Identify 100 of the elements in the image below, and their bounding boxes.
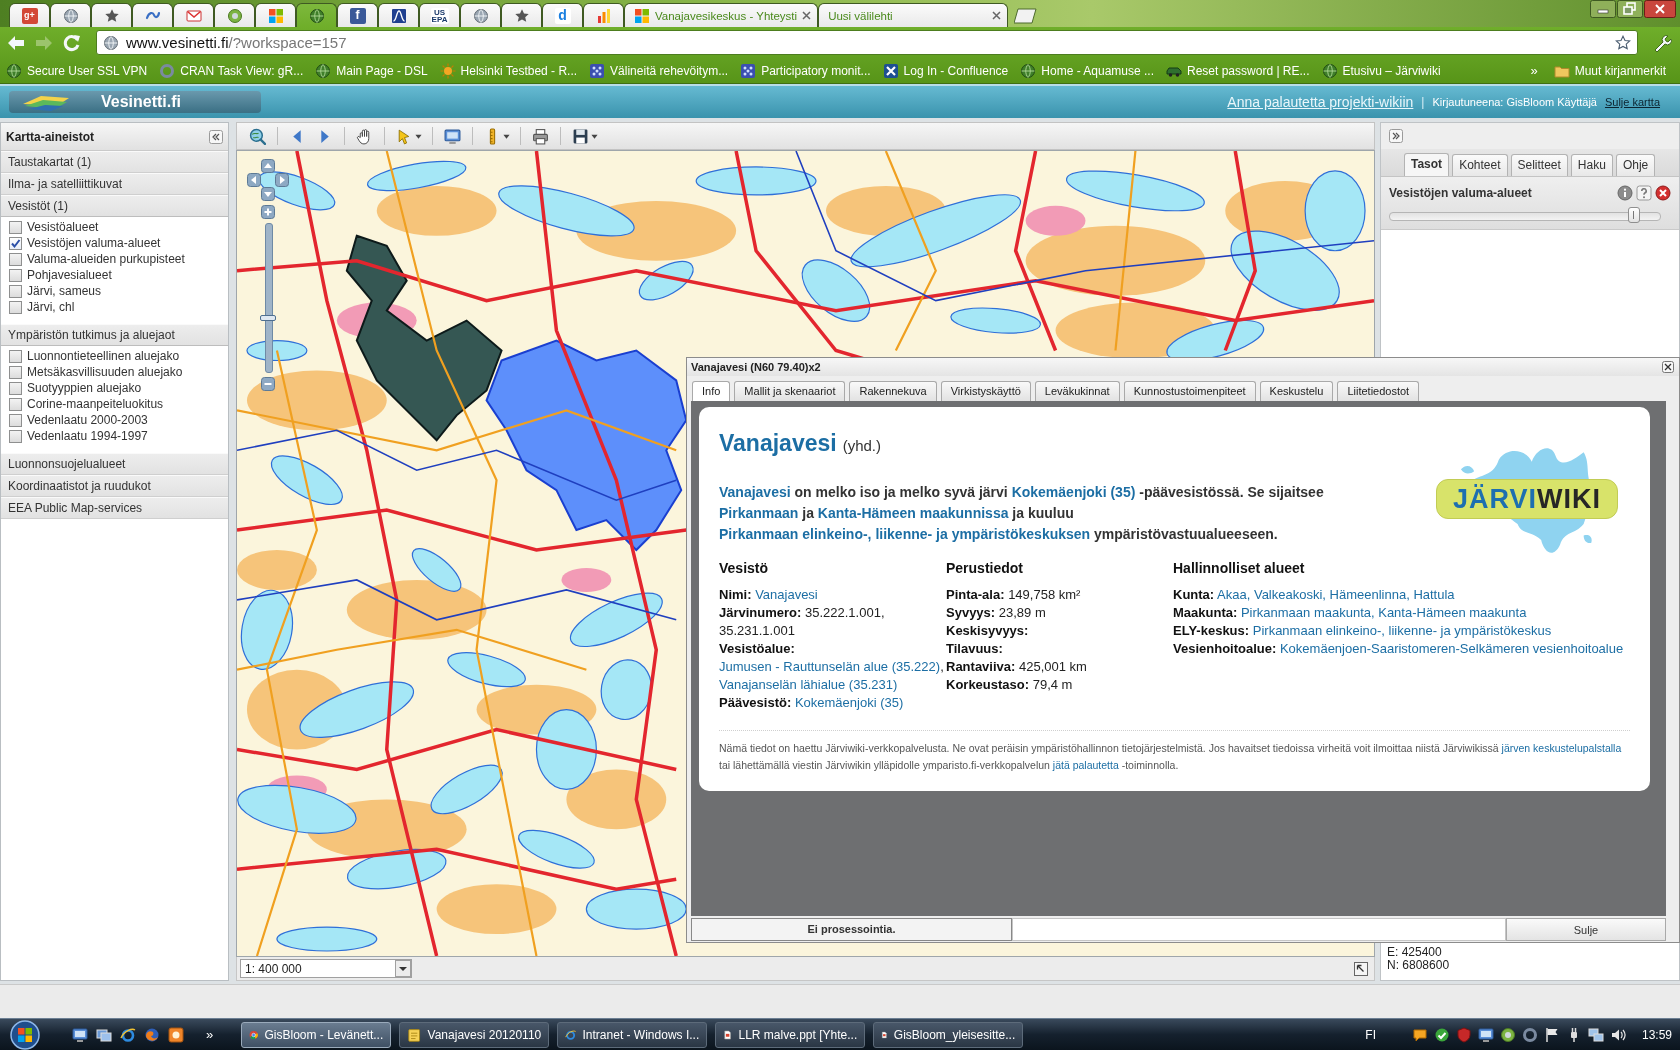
close-icon[interactable]	[992, 11, 1002, 20]
value-link[interactable]: Vanajanselän lähialue (35.231)	[719, 677, 898, 692]
expand-icon[interactable]	[1354, 961, 1368, 976]
caret-icon[interactable]	[591, 132, 598, 140]
slider-thumb[interactable]	[1627, 207, 1640, 223]
popup-tab[interactable]: Kunnostustoimenpiteet	[1123, 381, 1256, 401]
browser-tab[interactable]: Vanajavesikeskus - Yhteysti	[624, 3, 819, 27]
pinned-tab[interactable]	[583, 3, 624, 27]
description-link[interactable]: Kokemäenjoki (35)	[1011, 484, 1136, 500]
more-bookmarks-button[interactable]: »	[1526, 63, 1542, 78]
bookmark[interactable]: Helsinki Testbed - R...	[439, 62, 578, 79]
bookmark[interactable]: CRAN Task View: gR...	[159, 62, 304, 79]
bookmark[interactable]: Reset password | RE...	[1166, 62, 1310, 79]
zoom-slider[interactable]	[260, 223, 276, 373]
popup-tab[interactable]: Virkistyskäyttö	[940, 381, 1031, 401]
pinned-tab[interactable]	[173, 3, 214, 27]
scale-select[interactable]: 1: 400 000	[240, 959, 412, 978]
slider-thumb[interactable]	[260, 314, 276, 321]
panel-tab[interactable]: Ohje	[1615, 154, 1656, 176]
help-icon[interactable]	[1636, 185, 1652, 201]
value-link[interactable]: Vanajavesi	[755, 587, 818, 602]
bookmark[interactable]: Home - Aquamuse ...	[1020, 62, 1154, 79]
shield-icon[interactable]	[1455, 1026, 1472, 1043]
checkbox[interactable]	[9, 252, 22, 266]
description-link[interactable]: Pirkanmaan	[719, 505, 799, 521]
value-link[interactable]: Pirkanmaan maakunta, Kanta-Hämeen maakunta	[1240, 605, 1527, 620]
pinned-tab[interactable]: US EPA	[419, 3, 460, 27]
close-map-link[interactable]: Sulje kartta	[1604, 96, 1660, 108]
value-link[interactable]: Kokemäenjoki (35)	[794, 695, 904, 710]
panel-tab[interactable]: Selitteet	[1510, 154, 1568, 176]
layer-group-header[interactable]: Vesistöt (1)	[1, 195, 228, 217]
double-chevron-left-icon[interactable]	[209, 129, 223, 144]
checkbox[interactable]	[9, 268, 22, 282]
checkbox[interactable]	[9, 236, 22, 250]
value-link[interactable]: Pirkanmaan elinkeino-, liikenne- ja ympäristökeskus	[1252, 623, 1552, 638]
pinned-tab[interactable]	[378, 3, 419, 27]
caret-icon[interactable]	[503, 132, 510, 140]
panel-tab[interactable]: Kohteet	[1452, 154, 1508, 176]
info-icon[interactable]	[1617, 185, 1633, 201]
bookmark[interactable]: Main Page - DSL	[315, 62, 428, 79]
note-link[interactable]: jätä palautetta	[1052, 759, 1119, 771]
checkbox[interactable]	[9, 220, 22, 234]
opacity-slider[interactable]	[1389, 207, 1661, 223]
pinned-tab[interactable]: d	[542, 3, 583, 27]
pinned-tab[interactable]: f	[337, 3, 378, 27]
description-link[interactable]: Pirkanmaan elinkeino-, liikenne- ja ympäristökeskuksen	[719, 526, 1091, 542]
reload-icon[interactable]	[62, 32, 82, 53]
bookmark[interactable]: Välineitä rehevöitym...	[589, 62, 729, 79]
lake-name-link[interactable]: Vanajavesi	[719, 430, 837, 456]
zoom-out-icon[interactable]	[261, 377, 275, 391]
pinned-tab[interactable]	[50, 3, 91, 27]
layer-group-header[interactable]: EEA Public Map-services	[1, 497, 228, 519]
popup-tab[interactable]: Mallit ja skenaariot	[734, 381, 846, 401]
popup-tab[interactable]: Keskustelu	[1259, 381, 1334, 401]
start-button[interactable]	[8, 1019, 42, 1050]
monitor-icon[interactable]	[1477, 1026, 1494, 1043]
pinned-tab[interactable]	[214, 3, 255, 27]
description-link[interactable]: Vanajavesi	[719, 484, 791, 500]
tile-icon[interactable]	[168, 1026, 184, 1043]
layer-group-header[interactable]: Ilma- ja satelliittikuvat	[1, 173, 228, 195]
bookmark-folder[interactable]: Muut kirjanmerkit	[1553, 62, 1666, 79]
note-link[interactable]: järven keskustelupalstalla	[1501, 742, 1622, 754]
popup-tab[interactable]: Rakennekuva	[849, 381, 937, 401]
checkbox[interactable]	[9, 300, 22, 314]
value-link[interactable]: Kokemäenjoen-Saaristomeren-Selkämeren vesienhoitoalue	[1279, 641, 1624, 656]
close-icon[interactable]	[1644, 0, 1676, 18]
caret-icon[interactable]	[415, 132, 422, 140]
network-icon[interactable]	[1587, 1026, 1604, 1043]
checkbox[interactable]	[9, 429, 22, 443]
taskbar-button[interactable]: Vanajavesi 20120110	[399, 1021, 550, 1048]
globe-icon[interactable]	[144, 1026, 160, 1043]
restore-icon[interactable]	[1617, 0, 1643, 18]
popup-tab[interactable]: Leväkukinnat	[1034, 381, 1120, 401]
checkbox[interactable]	[9, 397, 22, 411]
browser-tab[interactable]: Uusi välilehti	[818, 3, 1009, 27]
taskbar-button[interactable]: Intranet - Windows I...	[557, 1021, 708, 1048]
speech-bubble-icon[interactable]	[1411, 1026, 1428, 1043]
layer-group-header[interactable]: Ympäristön tutkimus ja aluejaot	[1, 324, 228, 346]
pinned-tab[interactable]: g+	[9, 3, 50, 27]
popup-tab[interactable]: Info	[692, 381, 731, 401]
panel-tab[interactable]: Tasot	[1404, 153, 1450, 176]
pinned-tab[interactable]	[255, 3, 296, 27]
close-icon[interactable]	[1662, 361, 1674, 373]
minimize-icon[interactable]	[1590, 0, 1616, 18]
pinned-tab[interactable]	[132, 3, 173, 27]
pinned-tab[interactable]	[460, 3, 501, 27]
layer-group-header[interactable]: Luonnonsuojelualueet	[1, 453, 228, 475]
taskbar-button[interactable]: LLR malve.ppt [Yhte...	[715, 1021, 866, 1048]
layer-group-header[interactable]: Taustakartat (1)	[1, 151, 228, 173]
description-link[interactable]: Kanta-Hämeen maakunnissa	[817, 505, 1009, 521]
bookmark[interactable]: Etusivu – Järviwiki	[1321, 62, 1441, 79]
bookmark[interactable]: Secure User SSL VPN	[6, 62, 148, 79]
checkbox[interactable]	[9, 349, 22, 363]
checkbox[interactable]	[9, 381, 22, 395]
printer-icon[interactable]	[532, 127, 549, 145]
wrench-icon[interactable]	[1652, 32, 1672, 53]
popup-tab[interactable]: Liitetiedostot	[1337, 381, 1420, 401]
caret-icon[interactable]	[395, 960, 411, 977]
bookmark[interactable]: Log In - Confluence	[882, 62, 1009, 79]
pinned-tab[interactable]	[501, 3, 542, 27]
